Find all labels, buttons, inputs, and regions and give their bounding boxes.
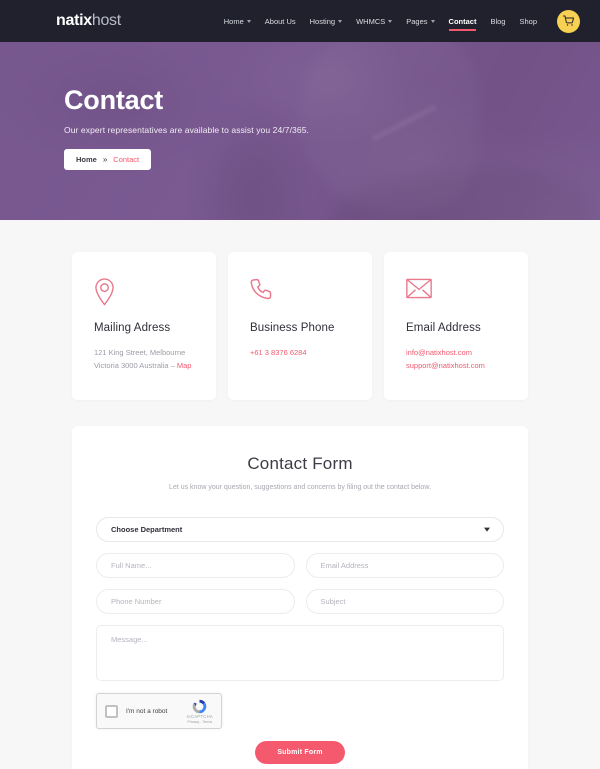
contact-form-panel: Contact Form Let us know your question, … — [72, 426, 528, 769]
nav-item-pages[interactable]: Pages — [406, 13, 435, 30]
nav-label-about-us: About Us — [264, 16, 296, 26]
card-body-mailing-address: 121 King Street, Melbourne Victoria 3000… — [94, 346, 194, 372]
breadcrumb-home-link[interactable]: Home — [76, 155, 97, 164]
nav-label-pages: Pages — [406, 16, 428, 26]
nav-label-shop: Shop — [519, 16, 537, 26]
card-icon-wrap — [406, 278, 506, 308]
card-title-mailing-address: Mailing Adress — [94, 322, 171, 334]
email-link-info[interactable]: info@natixhost.com — [406, 346, 506, 359]
site-header: natixhost Home About Us Hosting WHMCS Pa… — [0, 0, 600, 42]
contact-form: Choose Department I'm not a robot — [96, 517, 504, 765]
department-select[interactable]: Choose Department — [96, 517, 504, 543]
nav-label-contact: Contact — [448, 16, 477, 26]
card-icon-wrap — [94, 278, 194, 308]
nav-label-hosting: Hosting — [309, 16, 336, 26]
address-line-1: 121 King Street, Melbourne — [94, 348, 186, 357]
page-subtitle: Our expert representatives are available… — [64, 124, 310, 135]
contact-form-subheading: Let us know your question, suggestions a… — [169, 484, 431, 492]
main-navigation: Home About Us Hosting WHMCS Pages Contac… — [224, 9, 580, 33]
recaptcha-checkbox[interactable] — [105, 704, 118, 718]
chevron-down-icon — [246, 20, 251, 23]
recaptcha-brand: reCAPTCHA Privacy - Terms — [187, 698, 213, 724]
nav-item-whmcs[interactable]: WHMCS — [356, 13, 393, 30]
nav-item-contact[interactable]: Contact — [448, 13, 477, 31]
form-row-1 — [96, 553, 504, 579]
address-line-2: Victoria 3000 Australia – — [94, 361, 177, 371]
card-body-email-address: info@natixhost.com support@natixhost.com — [406, 346, 506, 372]
nav-label-whmcs: WHMCS — [356, 16, 386, 26]
nav-item-about-us[interactable]: About Us — [265, 13, 296, 30]
chevron-down-icon — [338, 20, 343, 23]
nav-label-home: Home — [223, 16, 244, 26]
subject-input[interactable] — [305, 589, 504, 615]
nav-item-shop[interactable]: Shop — [519, 13, 537, 30]
department-select-wrap: Choose Department — [96, 517, 504, 543]
recaptcha-widget[interactable]: I'm not a robot reCAPTCHA Privacy - Term… — [96, 693, 222, 730]
breadcrumb-separator-icon: » — [102, 154, 108, 164]
nav-item-home[interactable]: Home — [224, 13, 251, 30]
breadcrumb-current: Contact — [113, 154, 140, 164]
shopping-cart-icon — [562, 15, 574, 26]
recaptcha-label: I'm not a robot — [126, 707, 168, 715]
department-select-value: Choose Department — [111, 525, 183, 535]
hero-banner: Contact Our expert representatives are a… — [0, 42, 600, 220]
phone-number-input[interactable] — [96, 589, 295, 615]
full-name-input[interactable] — [96, 553, 295, 579]
card-icon-wrap — [250, 278, 350, 308]
site-logo[interactable]: natixhost — [56, 12, 121, 30]
logo-bold-text: natix — [56, 12, 92, 29]
map-link[interactable]: Map — [177, 361, 192, 370]
card-email-address: Email Address info@natixhost.com support… — [384, 252, 528, 401]
submit-form-button[interactable]: Submit Form — [255, 741, 345, 765]
phone-number-link[interactable]: +61 3 8376 6284 — [250, 346, 350, 359]
page-title: Contact — [64, 85, 164, 115]
message-textarea[interactable] — [96, 625, 504, 682]
cart-button[interactable] — [557, 9, 580, 33]
phone-icon — [250, 278, 272, 300]
email-link-support[interactable]: support@natixhost.com — [406, 359, 506, 372]
card-body-business-phone: +61 3 8376 6284 — [250, 346, 350, 359]
card-mailing-address: Mailing Adress 121 King Street, Melbourn… — [72, 252, 216, 401]
chevron-down-icon — [430, 20, 435, 23]
logo-light-text: host — [91, 12, 121, 29]
submit-row: Submit Form — [96, 741, 504, 765]
email-address-input[interactable] — [305, 553, 504, 579]
card-title-business-phone: Business Phone — [250, 322, 335, 334]
contact-form-heading: Contact Form — [247, 454, 353, 474]
contact-info-cards: Mailing Adress 121 King Street, Melbourn… — [0, 220, 600, 401]
chevron-down-icon — [388, 20, 393, 23]
envelope-icon — [406, 278, 432, 299]
nav-item-blog[interactable]: Blog — [490, 13, 505, 30]
map-pin-icon — [95, 278, 114, 306]
breadcrumb: Home » Contact — [64, 148, 152, 170]
form-row-2 — [96, 589, 504, 615]
card-title-email-address: Email Address — [406, 322, 481, 334]
card-business-phone: Business Phone +61 3 8376 6284 — [228, 252, 372, 401]
nav-label-blog: Blog — [490, 16, 506, 26]
recaptcha-logo-icon — [192, 699, 207, 714]
recaptcha-terms[interactable]: Privacy - Terms — [187, 720, 213, 724]
nav-item-hosting[interactable]: Hosting — [309, 13, 343, 30]
